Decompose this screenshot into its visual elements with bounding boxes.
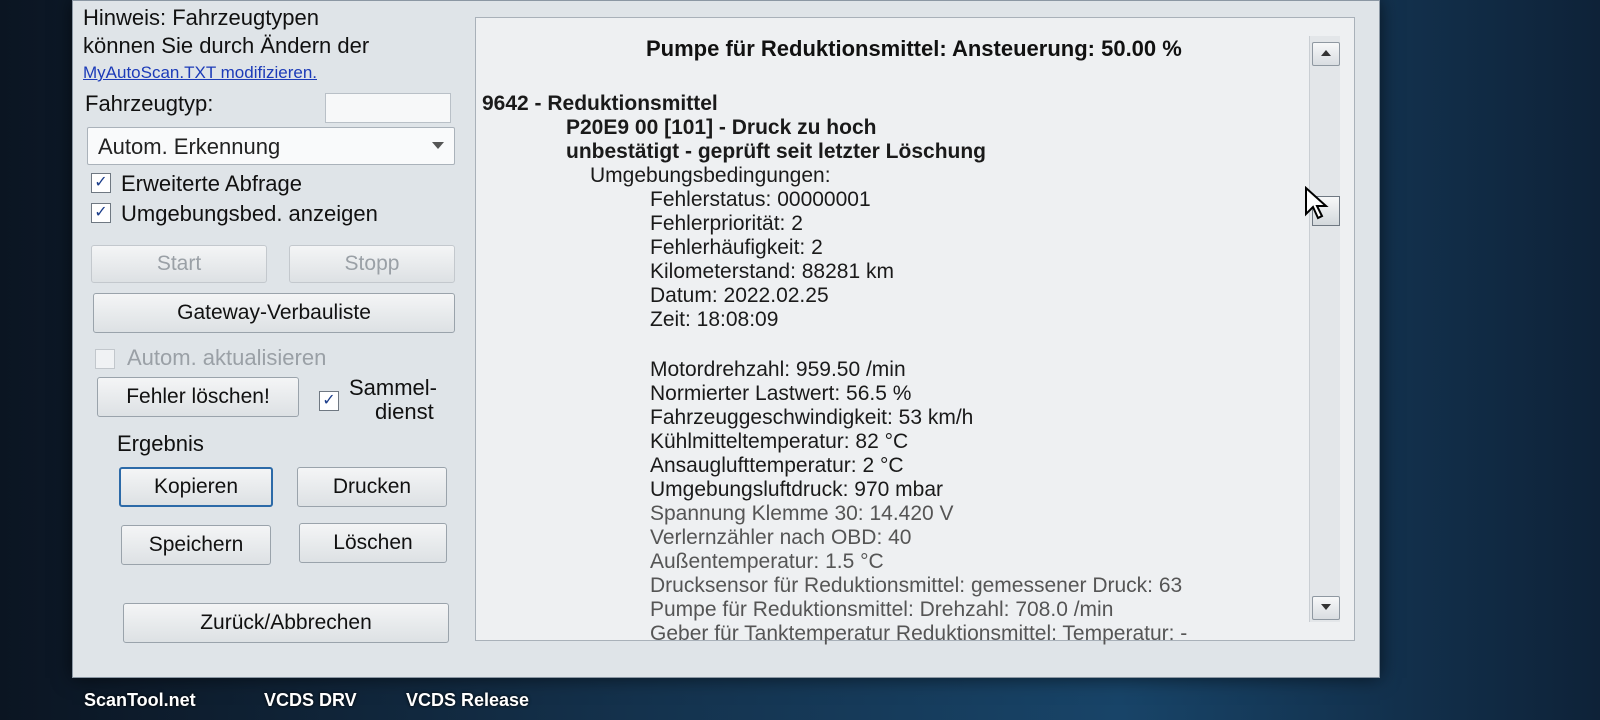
collective-service-label-line2: dienst — [375, 399, 434, 424]
result-line: Normierter Lastwert: 56.5 % — [650, 382, 912, 405]
arrow-up-icon — [1321, 50, 1331, 56]
results-scrollbar[interactable] — [1309, 36, 1340, 622]
vehicle-type-select-value: Autom. Erkennung — [98, 134, 281, 159]
result-line: Geber für Tanktemperatur Reduktionsmitte… — [650, 622, 1188, 645]
result-line: Drucksensor für Reduktionsmittel: gemess… — [650, 574, 1183, 597]
env-conditions-label: Umgebungsbed. anzeigen — [121, 201, 378, 226]
auto-update-label: Autom. aktualisieren — [127, 345, 327, 370]
result-line: Spannung Klemme 30: 14.420 V — [650, 502, 954, 525]
result-line: 9642 - Reduktionsmittel — [482, 92, 718, 115]
hint-text-line1: Hinweis: Fahrzeugtypen — [83, 5, 320, 30]
result-line: Außentemperatur: 1.5 °C — [650, 550, 884, 573]
mouse-cursor-icon — [1305, 186, 1329, 220]
extended-query-checkbox[interactable]: ✓ — [91, 173, 111, 193]
result-line: Motordrehzahl: 959.50 /min — [650, 358, 906, 381]
hint-text-line2: können Sie durch Ändern der — [83, 33, 370, 58]
result-line: Fehlerhäufigkeit: 2 — [650, 236, 823, 259]
vcds-drv-desktop-icon[interactable]: VCDS DRV — [264, 690, 357, 711]
result-line: Umgebungsbedingungen: — [590, 164, 831, 187]
save-button[interactable]: Speichern — [121, 525, 271, 565]
collective-service-label-line1: Sammel- — [349, 375, 438, 400]
result-line: Zeit: 18:08:09 — [650, 308, 779, 331]
result-line: Pumpe für Reduktionsmittel: Drehzahl: 70… — [650, 598, 1114, 621]
env-conditions-checkbox[interactable]: ✓ — [91, 203, 111, 223]
delete-button[interactable]: Löschen — [299, 523, 447, 563]
result-group-label: Ergebnis — [117, 431, 204, 456]
result-line: Fehlerpriorität: 2 — [650, 212, 803, 235]
results-header: Pumpe für Reduktionsmittel: Ansteuerung:… — [646, 36, 1182, 61]
back-cancel-button[interactable]: Zurück/Abbrechen — [123, 603, 449, 643]
result-line: Kilometerstand: 88281 km — [650, 260, 894, 283]
result-line: Datum: 2022.02.25 — [650, 284, 829, 307]
extended-query-label: Erweiterte Abfrage — [121, 171, 302, 196]
stop-button[interactable]: Stopp — [289, 245, 455, 283]
vcds-window: Hinweis: Fahrzeugtypen können Sie durch … — [72, 0, 1380, 678]
result-line: Fahrzeuggeschwindigkeit: 53 km/h — [650, 406, 974, 429]
vehicle-type-label: Fahrzeugtyp: — [85, 91, 214, 116]
result-line: unbestätigt - geprüft seit letzter Lösch… — [566, 140, 987, 163]
results-textbox[interactable]: Pumpe für Reduktionsmittel: Ansteuerung:… — [475, 17, 1355, 645]
auto-update-checkbox[interactable] — [95, 349, 115, 369]
result-line: Kühlmitteltemperatur: 82 °C — [650, 430, 909, 453]
gateway-list-button[interactable]: Gateway-Verbauliste — [93, 293, 455, 333]
result-line: Fehlerstatus: 00000001 — [650, 188, 871, 211]
chevron-down-icon — [432, 142, 444, 149]
result-line: Ansauglufttemperatur: 2 °C — [650, 454, 904, 477]
result-line: Verlernzähler nach OBD: 40 — [650, 526, 912, 549]
scroll-up-button[interactable] — [1312, 42, 1340, 66]
result-line: P20E9 00 [101] - Druck zu hoch — [566, 116, 877, 139]
desktop-icons-row: ScanTool.net VCDS DRV VCDS Release — [72, 676, 1378, 720]
scroll-down-button[interactable] — [1312, 596, 1340, 620]
scantool-desktop-icon[interactable]: ScanTool.net — [84, 690, 196, 711]
print-button[interactable]: Drucken — [297, 467, 447, 507]
arrow-down-icon — [1321, 604, 1331, 610]
vehicle-type-select[interactable]: Autom. Erkennung — [87, 127, 455, 165]
vcds-release-desktop-icon[interactable]: VCDS Release — [406, 690, 529, 711]
myautoscan-link[interactable]: MyAutoScan.TXT modifizieren. — [83, 63, 317, 83]
copy-button[interactable]: Kopieren — [119, 467, 273, 507]
clear-faults-button[interactable]: Fehler löschen! — [97, 377, 299, 417]
collective-service-checkbox[interactable]: ✓ — [319, 391, 339, 411]
start-button[interactable]: Start — [91, 245, 267, 283]
left-control-pane: Hinweis: Fahrzeugtypen können Sie durch … — [73, 1, 473, 677]
vehicle-type-input[interactable] — [325, 93, 451, 123]
result-line: Umgebungsluftdruck: 970 mbar — [650, 478, 943, 501]
